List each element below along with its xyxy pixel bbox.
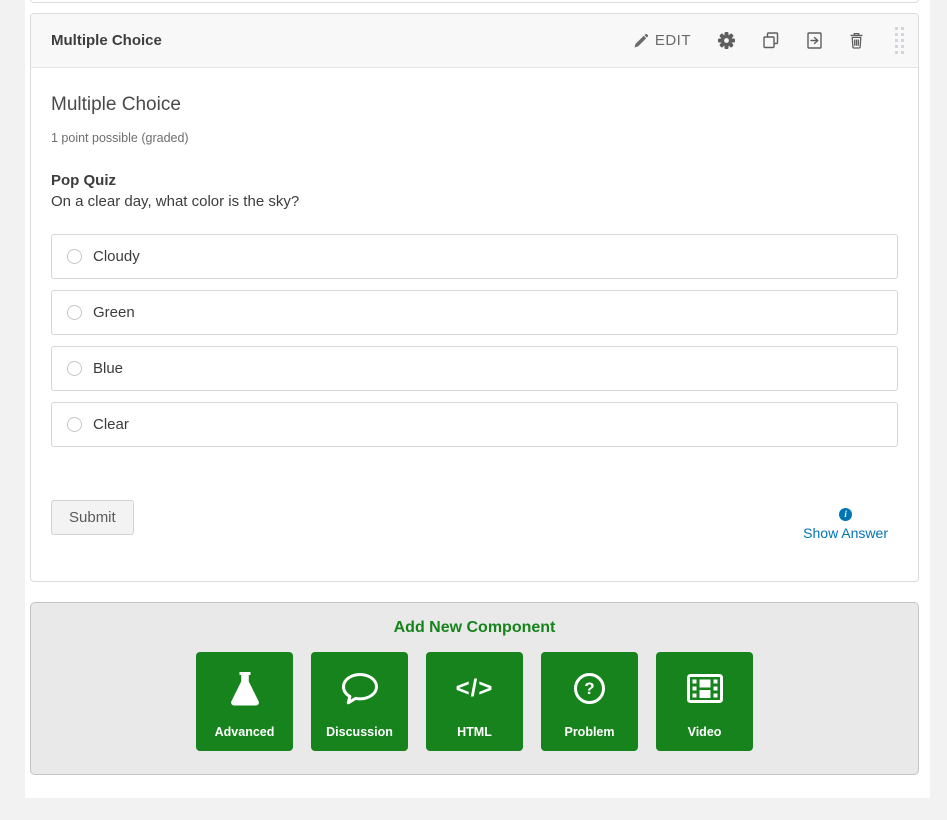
radio-button[interactable]	[67, 361, 82, 376]
code-icon: </>	[456, 652, 494, 725]
previous-component-edge	[30, 0, 919, 3]
add-button-label: HTML	[457, 725, 492, 739]
submit-button[interactable]: Submit	[51, 500, 134, 535]
add-button-label: Advanced	[215, 725, 275, 739]
problem-body: Multiple Choice 1 point possible (graded…	[31, 94, 918, 541]
add-html-button[interactable]: </> HTML	[426, 652, 523, 751]
problem-points-text: 1 point possible (graded)	[51, 131, 898, 145]
problem-actions-row: Submit i Show Answer	[51, 500, 898, 541]
option-label: Green	[93, 304, 135, 321]
add-button-label: Problem	[564, 725, 614, 739]
multiple-choice-component-card: Multiple Choice EDIT	[30, 13, 919, 582]
radio-button[interactable]	[67, 249, 82, 264]
option-label: Clear	[93, 416, 129, 433]
edit-button-label: EDIT	[655, 32, 691, 49]
problem-quiz-label: Pop Quiz	[51, 172, 898, 189]
radio-button[interactable]	[67, 417, 82, 432]
option-label: Blue	[93, 360, 123, 377]
edit-button[interactable]: EDIT	[634, 32, 691, 49]
option-row[interactable]: Cloudy	[51, 234, 898, 279]
duplicate-button[interactable]	[762, 32, 780, 49]
settings-button[interactable]	[718, 32, 735, 49]
pencil-icon	[634, 34, 648, 48]
option-label: Cloudy	[93, 248, 140, 265]
move-icon	[807, 32, 822, 49]
add-button-label: Discussion	[326, 725, 393, 739]
delete-button[interactable]	[849, 32, 864, 49]
question-circle-icon: ?	[574, 652, 605, 725]
speech-bubble-icon	[341, 652, 379, 725]
move-button[interactable]	[807, 32, 822, 49]
film-icon	[686, 652, 724, 725]
add-problem-button[interactable]: ? Problem	[541, 652, 638, 751]
option-row[interactable]: Blue	[51, 346, 898, 391]
show-answer-link[interactable]: Show Answer	[803, 525, 888, 541]
option-row[interactable]: Clear	[51, 402, 898, 447]
add-video-button[interactable]: Video	[656, 652, 753, 751]
component-actions: EDIT	[634, 27, 904, 54]
problem-question: On a clear day, what color is the sky?	[51, 193, 898, 210]
duplicate-icon	[762, 32, 780, 49]
add-button-label: Video	[688, 725, 722, 739]
info-icon: i	[839, 508, 852, 521]
add-new-component-panel: Add New Component Advanced Discussion </…	[30, 602, 919, 775]
add-advanced-button[interactable]: Advanced	[196, 652, 293, 751]
options-list: Cloudy Green Blue Clear	[51, 234, 898, 447]
add-component-buttons: Advanced Discussion </> HTML ? Problem	[31, 652, 918, 751]
trash-icon	[849, 32, 864, 49]
flask-icon	[230, 652, 260, 725]
component-header: Multiple Choice EDIT	[31, 14, 918, 68]
add-component-title: Add New Component	[31, 619, 918, 637]
show-answer-block: i Show Answer	[803, 508, 888, 541]
radio-button[interactable]	[67, 305, 82, 320]
component-title: Multiple Choice	[51, 32, 162, 49]
add-discussion-button[interactable]: Discussion	[311, 652, 408, 751]
gear-icon	[718, 32, 735, 49]
option-row[interactable]: Green	[51, 290, 898, 335]
problem-heading: Multiple Choice	[51, 94, 898, 116]
drag-handle-icon[interactable]	[895, 27, 904, 54]
